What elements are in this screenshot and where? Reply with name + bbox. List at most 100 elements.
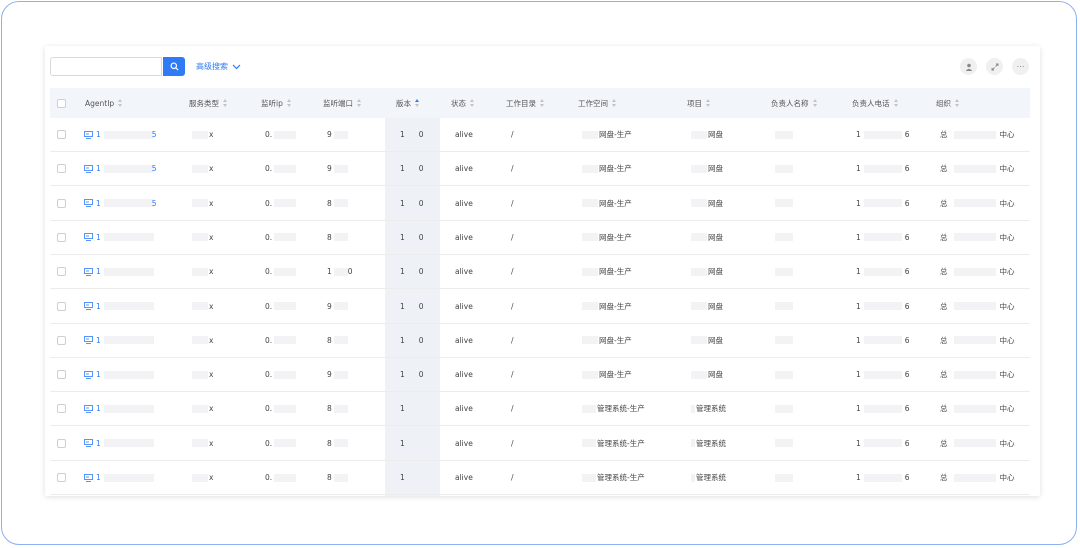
row-checkbox[interactable] — [57, 473, 66, 482]
agentip-link[interactable]: 1 — [96, 370, 101, 379]
table-row[interactable]: 1 5 x 0. 9 10 alive / 网盘-生产 网盘 16 总 中心 — [50, 152, 1030, 187]
sort-icon[interactable] — [955, 99, 960, 107]
column-header-owner-name[interactable]: 负责人名称 — [771, 88, 818, 118]
column-header-service-type[interactable]: 服务类型 — [189, 88, 228, 118]
redacted-mask — [953, 302, 996, 310]
table-row[interactable]: 1 x 0. 8 1 alive / 管理系统-生产 管理系统 16 总 中心 — [50, 461, 1030, 495]
agentip-cell[interactable]: 1 — [84, 427, 154, 460]
workspace-text: 管理系统-生产 — [597, 473, 645, 482]
owner-name-cell — [775, 221, 793, 254]
sort-icon[interactable] — [223, 99, 228, 107]
agentip-link[interactable]: 1 — [96, 267, 101, 276]
row-checkbox[interactable] — [57, 198, 66, 208]
sort-icon[interactable] — [893, 99, 899, 107]
table-row[interactable]: 1 5 x 0. 9 10 alive / 网盘-生产 网盘 16 总 中心 — [50, 118, 1030, 152]
select-all-checkbox[interactable] — [57, 98, 66, 108]
org-suffix: 中心 — [999, 335, 1015, 345]
row-checkbox[interactable] — [57, 301, 66, 311]
agentip-link[interactable]: 1 — [96, 164, 101, 173]
table-row[interactable]: 1 x 0. 8 1 alive / 管理系统-生产 管理系统 16 总 中心 — [50, 427, 1030, 461]
redacted-mask — [775, 404, 793, 413]
row-checkbox[interactable] — [57, 438, 66, 448]
table-row[interactable]: 1 x 0. 9 10 alive / 网盘-生产 网盘 16 总 中心 — [50, 358, 1030, 393]
agentip-cell[interactable]: 1 5 — [84, 187, 157, 220]
redacted-mask — [953, 164, 996, 173]
version-cell: 10 — [400, 358, 424, 391]
table-row[interactable]: 1 x 0. 8 1 alive / 管理系统-生产 管理系统 16 总 中心 — [50, 392, 1030, 427]
search-button[interactable] — [163, 57, 185, 76]
row-checkbox[interactable] — [57, 335, 66, 345]
agentip-link[interactable]: 1 — [96, 336, 101, 345]
service-type-cell: x — [192, 152, 213, 185]
agentip-cell[interactable]: 1 — [84, 358, 154, 391]
row-checkbox[interactable] — [57, 370, 66, 380]
column-settings-button[interactable] — [960, 58, 977, 75]
column-header-version[interactable]: 版本 — [396, 88, 420, 118]
agentip-cell[interactable]: 1 — [84, 324, 154, 357]
agentip-link[interactable]: 1 — [96, 199, 101, 208]
agentip-cell[interactable]: 1 — [84, 255, 154, 288]
redacted-mask — [691, 199, 707, 208]
agentip-link[interactable]: 1 — [96, 439, 101, 448]
agentip-link[interactable]: 1 — [96, 233, 101, 242]
agentip-link-end[interactable]: 5 — [152, 130, 157, 139]
agentip-link-end[interactable]: 5 — [152, 164, 157, 173]
project-cell: 网盘 — [691, 290, 723, 323]
row-checkbox[interactable] — [57, 164, 66, 174]
sort-icon[interactable] — [118, 99, 123, 107]
table-row[interactable]: 1 5 x 0. 8 10 alive / 网盘-生产 网盘 16 总 中心 — [50, 187, 1030, 221]
column-header-status[interactable]: 状态 — [451, 88, 475, 118]
sort-icon[interactable] — [357, 99, 362, 107]
table-row[interactable]: 1 x 0. 9 10 alive / 网盘-生产 网盘 16 总 中心 — [50, 290, 1030, 324]
org-suffix: 中心 — [999, 164, 1015, 174]
redacted-mask — [863, 267, 902, 276]
version-cell: 10 — [400, 187, 424, 220]
agentip-cell[interactable]: 1 — [84, 461, 154, 494]
column-header-owner-phone[interactable]: 负责人电话 — [852, 88, 899, 118]
row-checkbox[interactable] — [57, 130, 66, 139]
row-checkbox[interactable] — [57, 232, 66, 242]
column-header-work-dir[interactable]: 工作目录 — [506, 88, 545, 118]
workspace-cell: 网盘-生产 — [582, 358, 632, 391]
sort-icon[interactable] — [540, 99, 545, 107]
owner-phone-suffix: 6 — [904, 232, 910, 242]
sort-icon[interactable] — [612, 99, 617, 107]
search-input[interactable] — [50, 57, 162, 76]
redacted-mask — [274, 267, 297, 276]
table-row[interactable]: 1 x 0. 8 10 alive / 网盘-生产 网盘 16 总 中心 — [50, 324, 1030, 358]
row-checkbox[interactable] — [57, 267, 66, 277]
column-header-agentip[interactable]: AgentIp — [85, 88, 123, 118]
table-row[interactable]: 1 x 0. 8 10 alive / 网盘-生产 网盘 16 总 中心 — [50, 221, 1030, 255]
service-type-text: x — [209, 301, 214, 311]
more-button[interactable]: ⋯ — [1012, 58, 1029, 75]
agentip-cell[interactable]: 1 5 — [84, 118, 157, 151]
row-checkbox[interactable] — [57, 404, 66, 414]
work-dir-text: / — [511, 370, 514, 380]
sort-icon[interactable] — [706, 99, 711, 107]
column-header-workspace[interactable]: 工作空间 — [578, 88, 617, 118]
agentip-link[interactable]: 1 — [96, 302, 101, 311]
column-header-org[interactable]: 组织 — [936, 88, 960, 118]
redacted-mask — [863, 233, 902, 242]
column-header-listen-ip[interactable]: 监听ip — [261, 88, 292, 118]
column-header-project[interactable]: 项目 — [687, 88, 711, 118]
listen-port-cell: 8 — [327, 187, 348, 220]
status-text: alive — [455, 335, 473, 345]
agentip-link[interactable]: 1 — [96, 404, 101, 413]
advanced-search-toggle[interactable]: 高级搜索 — [196, 61, 241, 72]
table-row[interactable]: 1 x 0. 10 10 alive / 网盘-生产 网盘 16 总 中心 — [50, 255, 1030, 290]
agentip-link[interactable]: 1 — [96, 130, 101, 139]
fullscreen-button[interactable] — [986, 58, 1003, 75]
agentip-cell[interactable]: 1 — [84, 290, 154, 323]
agentip-link-end[interactable]: 5 — [152, 199, 157, 208]
agentip-link[interactable]: 1 — [96, 473, 101, 482]
service-type-cell: x — [192, 290, 213, 323]
column-header-listen-port[interactable]: 监听端口 — [323, 88, 362, 118]
sort-icon[interactable] — [286, 99, 292, 107]
agentip-cell[interactable]: 1 5 — [84, 152, 157, 185]
sort-icon[interactable] — [812, 99, 818, 107]
sort-asc-icon[interactable] — [415, 99, 420, 107]
sort-icon[interactable] — [470, 99, 475, 107]
agentip-cell[interactable]: 1 — [84, 221, 154, 254]
agentip-cell[interactable]: 1 — [84, 392, 154, 425]
